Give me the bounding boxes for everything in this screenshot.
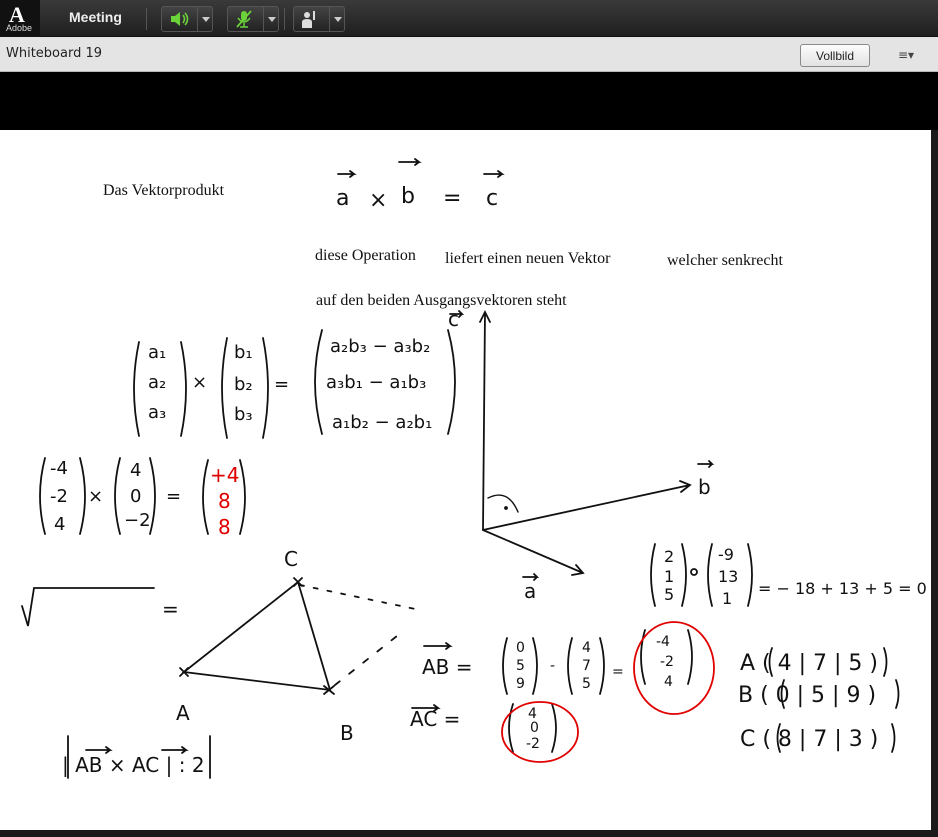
ab-label: AB = xyxy=(422,655,473,679)
window-frame-right xyxy=(931,130,938,837)
eq-b: b xyxy=(401,184,415,209)
ab-v2-2: 7 xyxy=(582,658,591,674)
eq-a: a xyxy=(336,186,349,211)
gen-equals: = xyxy=(274,374,289,395)
toolbar-divider xyxy=(146,8,147,30)
speaker-icon xyxy=(171,12,189,26)
ex1-v2-1: 4 xyxy=(130,460,141,481)
toolbar-divider xyxy=(284,8,285,30)
ac-r2: 0 xyxy=(530,720,539,736)
ex1-r1: +4 xyxy=(210,463,239,487)
tri-label-c: C xyxy=(284,547,298,571)
sqrt-equals: = xyxy=(162,597,179,621)
adobe-logo: A Adobe xyxy=(0,0,40,36)
point-b: B ( 0 | 5 | 9 ) xyxy=(738,683,876,708)
speaker-control[interactable] xyxy=(161,6,213,32)
logo-text: Adobe xyxy=(6,23,33,33)
dot-v2-1: -9 xyxy=(718,545,734,564)
pod-options-menu-icon[interactable]: ≡▾ xyxy=(898,48,918,62)
ex1-r2: 8 xyxy=(218,489,231,513)
ab-r1: -4 xyxy=(656,634,670,650)
dot-v1-3: 5 xyxy=(664,585,674,604)
ex1-v1-2: -2 xyxy=(50,486,68,507)
microphone-control[interactable] xyxy=(227,6,279,32)
dot-v1-2: 1 xyxy=(664,567,674,586)
ab-v1-1: 0 xyxy=(516,640,525,656)
dot-result: = − 18 + 13 + 5 = 0 xyxy=(758,579,927,598)
status-dropdown-chevron-icon[interactable] xyxy=(329,7,344,31)
point-c: C ( 8 | 7 | 3 ) xyxy=(740,727,878,752)
ab-v1-3: 9 xyxy=(516,676,525,692)
point-a: A ( 4 | 7 | 5 ) xyxy=(740,651,878,676)
ac-r3: -2 xyxy=(526,736,540,752)
gen-b1: b₁ xyxy=(234,342,253,363)
ex1-equals: = xyxy=(166,486,181,507)
axis-b: b xyxy=(698,475,711,499)
ab-v2-3: 5 xyxy=(582,676,591,692)
ex1-times: × xyxy=(88,486,103,507)
dot-v2-3: 1 xyxy=(722,589,732,608)
gen-a1: a₁ xyxy=(148,342,166,363)
gen-a3: a₃ xyxy=(148,402,166,423)
area-formula: | AB × AC | : 2 xyxy=(62,753,205,777)
ab-r3: 4 xyxy=(664,674,673,690)
gen-b3: b₃ xyxy=(234,404,253,425)
handwriting-layer: a × b = c a₁ a₂ a₃ × b₁ b₂ b₃ = a₂b₃ − a… xyxy=(21,158,927,779)
whiteboard-top-margin xyxy=(0,72,938,130)
window-frame-bottom xyxy=(0,830,938,837)
whiteboard-canvas[interactable]: Das Vektorprodukt diese Operation liefer… xyxy=(0,130,931,830)
ex1-v1-1: -4 xyxy=(50,458,68,479)
ex1-r3: 8 xyxy=(218,515,231,539)
gen-r3: a₁b₂ − a₂b₁ xyxy=(332,412,432,433)
raise-hand-icon xyxy=(302,11,315,28)
ab-equals: = xyxy=(612,664,624,680)
ab-v2-1: 4 xyxy=(582,640,591,656)
tri-label-a: A xyxy=(176,701,190,725)
pod-header: Whiteboard 19 Vollbild ≡▾ xyxy=(0,37,938,72)
axis-c: c xyxy=(448,307,459,331)
menu-meeting[interactable]: Meeting xyxy=(69,9,122,25)
ab-r2: -2 xyxy=(660,654,674,670)
pod-title: Whiteboard 19 xyxy=(6,46,103,61)
ab-minus: - xyxy=(550,658,555,674)
speaker-dropdown-chevron-icon[interactable] xyxy=(197,7,212,31)
dot-v2-2: 13 xyxy=(718,567,738,586)
ex1-v2-2: 0 xyxy=(130,486,141,507)
ex1-v2-3: −2 xyxy=(124,510,151,531)
ex1-v1-3: 4 xyxy=(54,514,65,535)
eq-equals: = xyxy=(443,186,461,211)
tri-label-b: B xyxy=(340,721,354,745)
gen-r1: a₂b₃ − a₃b₂ xyxy=(330,336,430,357)
microphone-muted-icon xyxy=(236,10,252,28)
eq-times: × xyxy=(369,188,387,213)
gen-a2: a₂ xyxy=(148,372,166,393)
gen-times: × xyxy=(192,372,207,393)
gen-r2: a₃b₁ − a₁b₃ xyxy=(326,372,426,393)
ab-v1-2: 5 xyxy=(516,658,525,674)
app-toolbar: A Adobe Meeting xyxy=(0,0,938,37)
status-control[interactable] xyxy=(293,6,345,32)
gen-b2: b₂ xyxy=(234,374,253,395)
microphone-dropdown-chevron-icon[interactable] xyxy=(263,7,278,31)
fullscreen-button[interactable]: Vollbild xyxy=(800,44,870,67)
dot-v1-1: 2 xyxy=(664,547,674,566)
axis-a: a xyxy=(524,579,536,603)
eq-c: c xyxy=(486,186,498,211)
ac-label: AC = xyxy=(410,707,460,731)
